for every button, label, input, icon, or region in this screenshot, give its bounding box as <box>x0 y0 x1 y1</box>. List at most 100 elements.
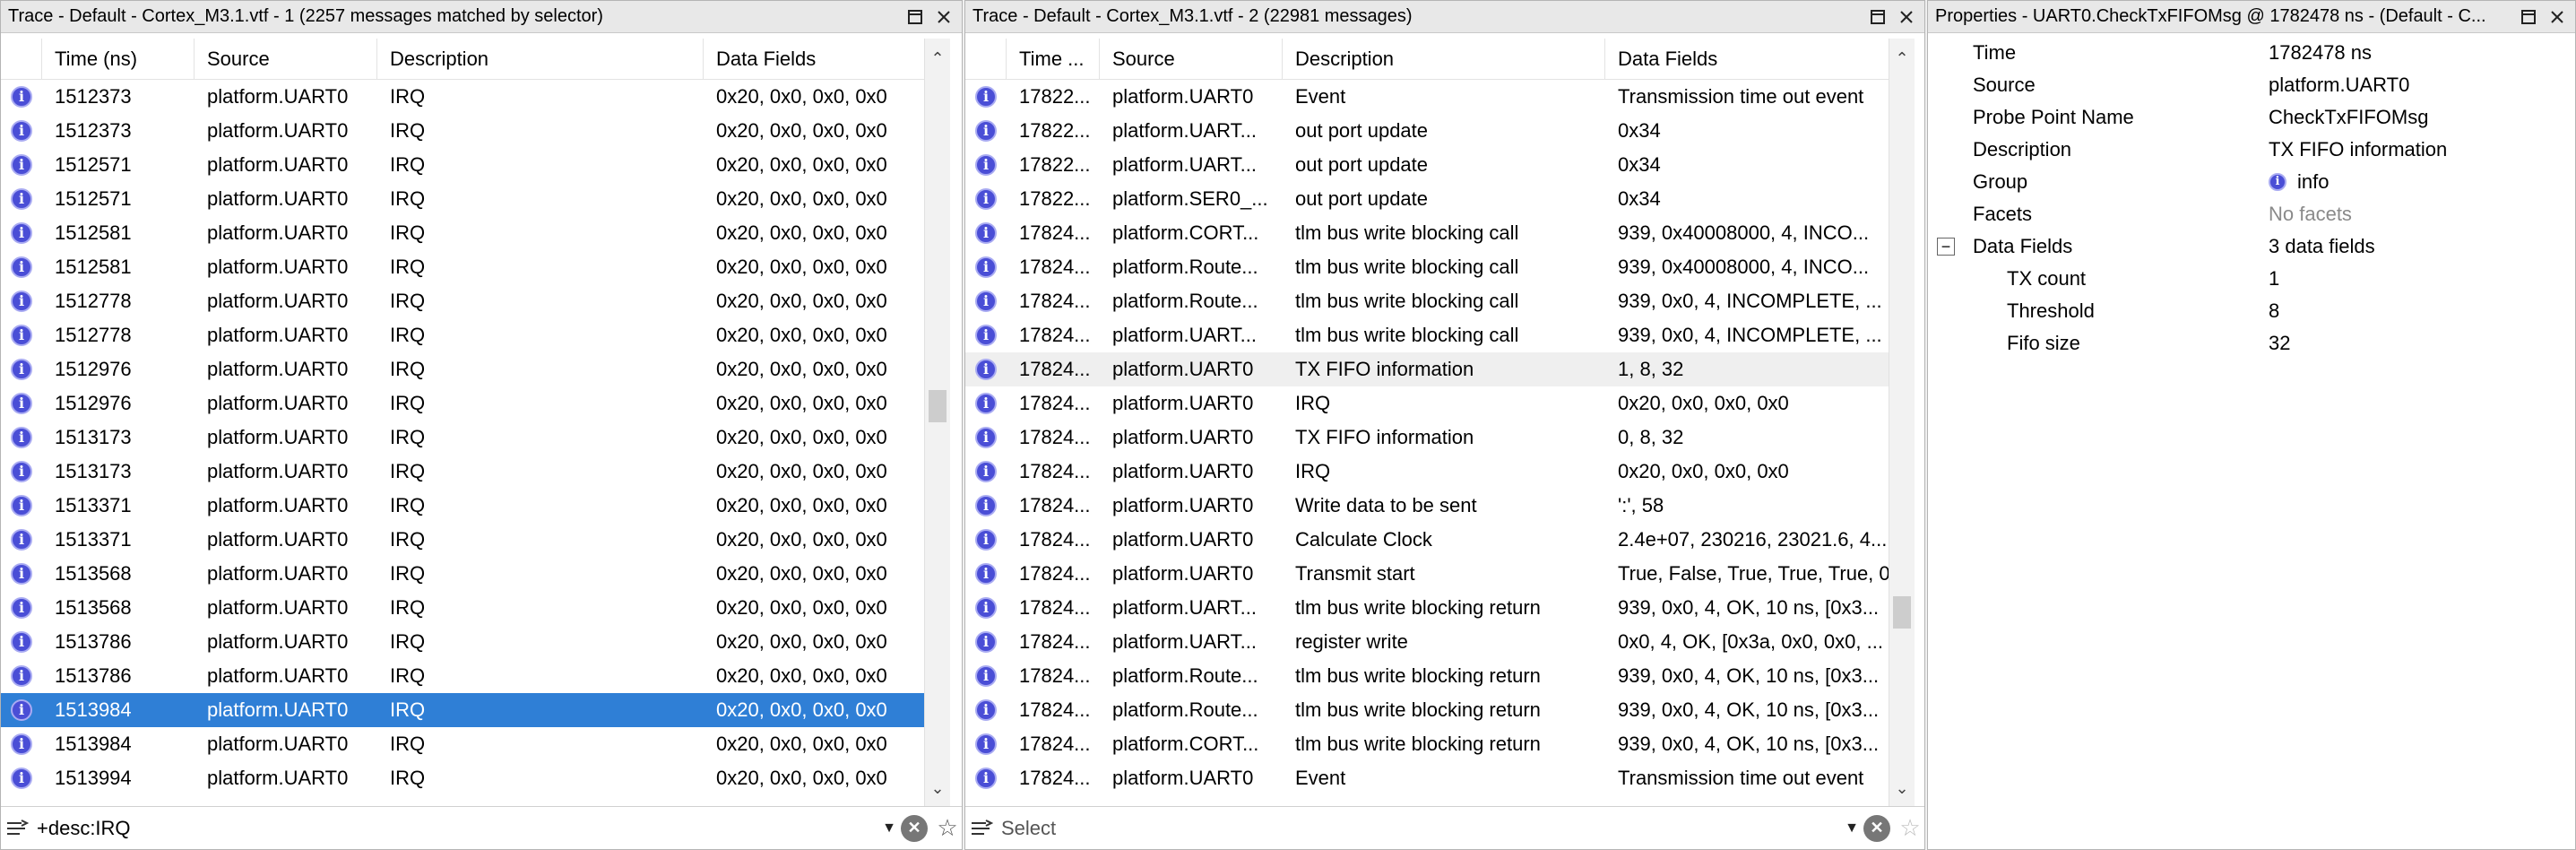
scroll-down-icon[interactable]: ⌄ <box>1889 776 1915 801</box>
filter-icon[interactable] <box>1 819 33 838</box>
cell-description: IRQ <box>390 256 426 278</box>
table-row[interactable]: i 1513984 platform.UART0 IRQ 0x20, 0x0, 0x0,… <box>1 727 924 761</box>
property-row[interactable]: Threshold 8 <box>1928 295 2575 327</box>
table-row[interactable]: i 1512581 platform.UART0 IRQ 0x20, 0x0, 0x0,… <box>1 216 924 250</box>
dropdown-icon[interactable]: ▼ <box>877 820 901 837</box>
table-row[interactable]: i 1512778 platform.UART0 IRQ 0x20, 0x0, 0x0,… <box>1 318 924 352</box>
table-row[interactable]: i 17822... platform.UART... out port update… <box>965 148 1889 182</box>
table-row[interactable]: i 1512373 platform.UART0 IRQ 0x20, 0x0, 0x0,… <box>1 114 924 148</box>
property-row[interactable]: Fifo size 32 <box>1928 327 2575 360</box>
cell-description: TX FIFO information <box>1295 358 1474 380</box>
table-row[interactable]: i 1512581 platform.UART0 IRQ 0x20, 0x0, 0x0,… <box>1 250 924 284</box>
table-row[interactable]: i 17824... platform.UART0 Event Transmission… <box>965 761 1889 795</box>
table-row[interactable]: i 1512373 platform.UART0 IRQ 0x20, 0x0, 0x0,… <box>1 80 924 114</box>
column-header-source[interactable]: Source <box>194 39 377 80</box>
clear-icon[interactable]: ✕ <box>1863 814 1890 842</box>
table-row[interactable]: i 17824... platform.UART... tlm bus write b… <box>965 318 1889 352</box>
table-row[interactable]: i 17822... platform.UART... out port update… <box>965 114 1889 148</box>
table-row[interactable]: i 17824... platform.Route... tlm bus write … <box>965 693 1889 727</box>
column-header-description[interactable]: Description <box>377 39 704 80</box>
row-icon-cell: i <box>1 250 42 284</box>
table-row[interactable]: i 1513173 platform.UART0 IRQ 0x20, 0x0, 0x0,… <box>1 421 924 455</box>
vertical-scrollbar[interactable]: ⌃ ⌄ <box>1889 39 1915 808</box>
collapse-icon[interactable]: − <box>1937 238 1955 256</box>
column-header-data-fields[interactable]: Data Fields <box>1605 39 1889 80</box>
table-row[interactable]: i 1512976 platform.UART0 IRQ 0x20, 0x0, 0x0,… <box>1 386 924 421</box>
info-icon: i <box>975 699 997 721</box>
table-row[interactable]: i 17824... platform.UART0 TX FIFO informati… <box>965 421 1889 455</box>
scroll-thumb[interactable] <box>1893 596 1911 629</box>
column-header-data-fields[interactable]: Data Fields <box>704 39 924 80</box>
filter-icon[interactable] <box>965 819 998 838</box>
favorite-star-icon[interactable]: ☆ <box>1896 814 1924 842</box>
table-row[interactable]: i 17824... platform.UART0 Write data to be … <box>965 489 1889 523</box>
table-row[interactable]: i 1512571 platform.UART0 IRQ 0x20, 0x0, 0x0,… <box>1 182 924 216</box>
property-row[interactable]: Description TX FIFO information <box>1928 134 2575 166</box>
restore-icon[interactable] <box>1867 6 1889 28</box>
table-row[interactable]: i 1512778 platform.UART0 IRQ 0x20, 0x0, 0x0,… <box>1 284 924 318</box>
table-row[interactable]: i 1513371 platform.UART0 IRQ 0x20, 0x0, 0x0,… <box>1 523 924 557</box>
close-icon[interactable] <box>2546 6 2568 28</box>
table-row[interactable]: i 1513786 platform.UART0 IRQ 0x20, 0x0, 0x0,… <box>1 625 924 659</box>
table-row[interactable]: i 1513568 platform.UART0 IRQ 0x20, 0x0, 0x0,… <box>1 591 924 625</box>
column-header-time[interactable]: Time (ns) <box>42 39 194 80</box>
table-row[interactable]: i 1512976 platform.UART0 IRQ 0x20, 0x0, 0x0,… <box>1 352 924 386</box>
table-row[interactable]: i 17824... platform.UART0 Transmit start Tru… <box>965 557 1889 591</box>
property-row[interactable]: Time 1782478 ns <box>1928 37 2575 69</box>
column-header-time[interactable]: Time ... <box>1007 39 1100 80</box>
close-icon[interactable] <box>933 6 955 28</box>
table-row[interactable]: i 1513371 platform.UART0 IRQ 0x20, 0x0, 0x0,… <box>1 489 924 523</box>
table-row[interactable]: i 17824... platform.UART... tlm bus write b… <box>965 591 1889 625</box>
table-row[interactable]: i 17824... platform.UART0 Calculate Clock 2.… <box>965 523 1889 557</box>
property-value: No facets <box>2269 203 2352 225</box>
table-row[interactable]: i 17824... platform.UART... register write 0… <box>965 625 1889 659</box>
filter-input[interactable]: Select <box>998 817 1840 840</box>
restore-icon[interactable] <box>904 6 926 28</box>
table-row[interactable]: i 17824... platform.Route... tlm bus write … <box>965 284 1889 318</box>
icon-column-header[interactable] <box>965 39 1007 80</box>
column-header-description[interactable]: Description <box>1283 39 1605 80</box>
scroll-thumb[interactable] <box>929 390 947 422</box>
table-row[interactable]: i 1513994 platform.UART0 IRQ 0x20, 0x0, 0x0,… <box>1 761 924 795</box>
close-icon[interactable] <box>1896 6 1917 28</box>
property-row[interactable]: Source platform.UART0 <box>1928 69 2575 101</box>
scroll-down-icon[interactable]: ⌄ <box>925 776 950 801</box>
info-icon: i <box>975 597 997 619</box>
table-row[interactable]: i 1512571 platform.UART0 IRQ 0x20, 0x0, 0x0,… <box>1 148 924 182</box>
table-row[interactable]: i 17824... platform.UART0 IRQ 0x20, 0x0, 0x0… <box>965 386 1889 421</box>
cell-data-fields: 2.4e+07, 230216, 23021.6, 4... <box>1618 528 1888 551</box>
table-row[interactable]: i 17822... platform.UART0 Event Transmission… <box>965 80 1889 114</box>
property-row[interactable]: TX count 1 <box>1928 263 2575 295</box>
table-row[interactable]: i 17822... platform.SER0_... out port updat… <box>965 182 1889 216</box>
table-row[interactable]: i 17824... platform.UART0 IRQ 0x20, 0x0, 0x0… <box>965 455 1889 489</box>
table-row[interactable]: i 17824... platform.CORT... tlm bus write b… <box>965 216 1889 250</box>
restore-icon[interactable] <box>2518 6 2539 28</box>
row-icon-cell: i <box>965 591 1007 625</box>
table-row[interactable]: i 1513173 platform.UART0 IRQ 0x20, 0x0, 0x0,… <box>1 455 924 489</box>
property-row[interactable]: − Data Fields 3 data fields <box>1928 230 2575 263</box>
table-row[interactable]: i 17824... platform.Route... tlm bus write … <box>965 659 1889 693</box>
scroll-up-icon[interactable]: ⌃ <box>1889 46 1915 71</box>
property-row[interactable]: Facets No facets <box>1928 198 2575 230</box>
panel-title-bar: Properties - UART0.CheckTxFIFOMsg @ 1782… <box>1928 1 2575 33</box>
info-icon: i <box>975 291 997 312</box>
property-value: 32 <box>2269 332 2291 354</box>
property-row[interactable]: Group i info <box>1928 166 2575 198</box>
vertical-scrollbar[interactable]: ⌃ ⌄ <box>924 39 950 808</box>
favorite-star-icon[interactable]: ☆ <box>933 814 962 842</box>
filter-input[interactable]: +desc:IRQ <box>33 817 877 840</box>
table-row[interactable]: i 17824... platform.Route... tlm bus write … <box>965 250 1889 284</box>
column-header-source[interactable]: Source <box>1100 39 1283 80</box>
clear-icon[interactable]: ✕ <box>901 814 928 842</box>
property-row[interactable]: Probe Point Name CheckTxFIFOMsg <box>1928 101 2575 134</box>
icon-column-header[interactable] <box>1 39 42 80</box>
scroll-up-icon[interactable]: ⌃ <box>925 46 950 71</box>
table-row[interactable]: i 1513984 platform.UART0 IRQ 0x20, 0x0, 0x0,… <box>1 693 924 727</box>
cell-source: platform.UART0 <box>207 460 349 482</box>
table-row[interactable]: i 1513568 platform.UART0 IRQ 0x20, 0x0, 0x0,… <box>1 557 924 591</box>
table-row[interactable]: i 17824... platform.UART0 TX FIFO informati… <box>965 352 1889 386</box>
property-value: 1 <box>2269 267 2280 290</box>
table-row[interactable]: i 17824... platform.CORT... tlm bus write b… <box>965 727 1889 761</box>
dropdown-icon[interactable]: ▼ <box>1840 820 1863 837</box>
table-row[interactable]: i 1513786 platform.UART0 IRQ 0x20, 0x0, 0x0,… <box>1 659 924 693</box>
